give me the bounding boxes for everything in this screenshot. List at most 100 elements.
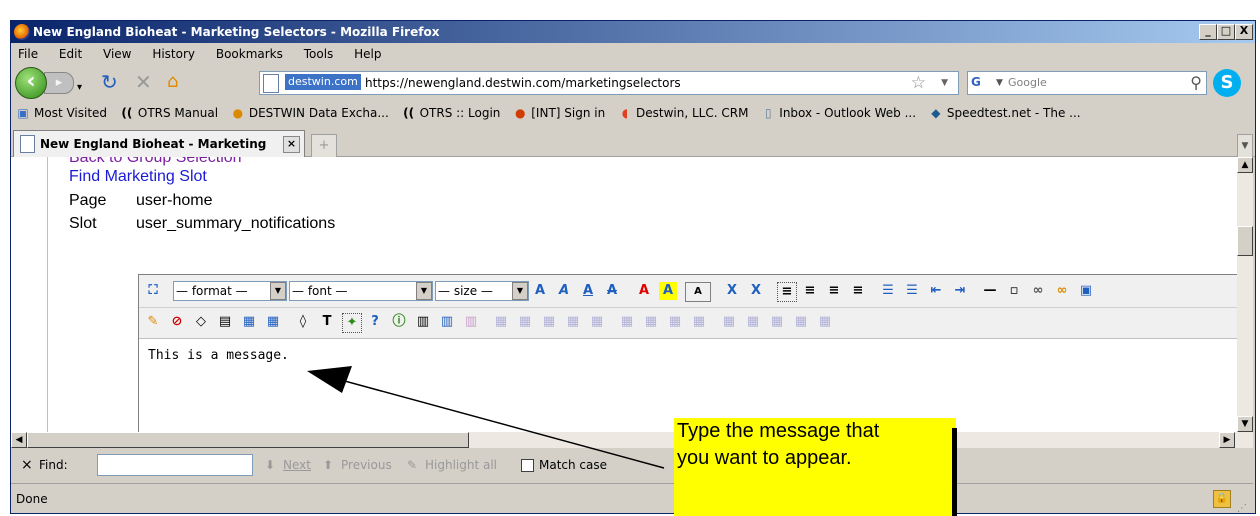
scroll-thumb[interactable] <box>1237 226 1253 256</box>
format-select[interactable]: — format — ▼ <box>173 281 287 301</box>
editor-content[interactable]: This is a message. <box>148 348 289 363</box>
fullscreen-icon[interactable]: ⛶ <box>144 282 162 300</box>
underline-icon[interactable]: A <box>579 282 597 300</box>
bookmark-destwin-data[interactable]: ● DESTWIN Data Excha... <box>231 102 389 124</box>
engine-dropdown-icon[interactable]: ▼ <box>996 72 1003 94</box>
find-next-button[interactable]: Next <box>283 448 311 482</box>
bookmark-otrs-manual[interactable]: ((OTRS Manual <box>120 102 218 124</box>
insert-row-icon[interactable]: ▦ <box>240 313 258 331</box>
clear-format-icon[interactable]: ◇ <box>192 313 210 331</box>
close-tab-icon[interactable]: × <box>283 136 300 153</box>
google-engine-icon[interactable]: G <box>971 74 993 91</box>
new-tab-button[interactable]: + <box>311 134 337 158</box>
previous-arrow-icon[interactable]: ⬆ <box>323 448 333 482</box>
vertical-scrollbar[interactable]: ▲ ▼ <box>1237 157 1253 432</box>
insert-char-icon[interactable]: ▫ <box>1005 282 1023 300</box>
find-previous-button[interactable]: Previous <box>341 448 392 482</box>
menu-edit[interactable]: Edit <box>59 47 82 61</box>
search-icon[interactable]: ⚲ <box>1190 72 1202 94</box>
close-find-icon[interactable]: × <box>21 448 33 482</box>
menu-view[interactable]: View <box>103 47 131 61</box>
unordered-list-icon[interactable]: ☰ <box>903 282 921 300</box>
menu-tools[interactable]: Tools <box>304 47 334 61</box>
table-properties-icon[interactable]: ▥ <box>438 313 456 331</box>
indent-icon[interactable]: ⇥ <box>951 282 969 300</box>
bookmark-destwin-crm[interactable]: ◖ Destwin, LLC. CRM <box>618 102 749 124</box>
anchor-link-icon[interactable]: ∞ <box>1053 282 1071 300</box>
table-icon[interactable]: ▥ <box>414 313 432 331</box>
scroll-right-icon[interactable]: ▶ <box>1219 432 1235 448</box>
find-marketing-slot-link[interactable]: Find Marketing Slot <box>69 168 207 186</box>
scroll-left-icon[interactable]: ◀ <box>11 432 27 448</box>
highlight-all-button[interactable]: Highlight all <box>425 448 497 482</box>
search-input[interactable]: Google <box>1008 72 1047 94</box>
info-icon[interactable]: ⓘ <box>390 313 408 331</box>
minimize-button[interactable]: _ <box>1199 24 1217 40</box>
strikethrough-icon[interactable]: A <box>603 282 621 300</box>
justify-full-icon[interactable]: ≡ <box>849 282 867 300</box>
image-icon[interactable]: ▣ <box>1077 282 1095 300</box>
menu-file[interactable]: File <box>18 47 38 61</box>
address-bar[interactable]: destwin.com https://newengland.destwin.c… <box>259 71 959 95</box>
bookmark-otrs-login[interactable]: ((OTRS :: Login <box>402 102 500 124</box>
help-icon[interactable]: ? <box>366 313 384 331</box>
bookmark-most-visited[interactable]: ▣ Most Visited <box>16 102 107 124</box>
bookmark-int-sign-in[interactable]: ● [INT] Sign in <box>513 102 605 124</box>
site-identity[interactable]: destwin.com <box>285 74 361 90</box>
ordered-list-icon[interactable]: ☰ <box>879 282 897 300</box>
code-view-icon[interactable]: ◊ <box>294 313 312 331</box>
delete-row-icon[interactable]: ▦ <box>264 313 282 331</box>
bookmark-outlook[interactable]: ▯ Inbox - Outlook Web ... <box>761 102 916 124</box>
text-box-icon[interactable]: A <box>685 282 711 302</box>
eraser-icon[interactable]: ✎ <box>144 313 162 331</box>
italic-icon[interactable]: A <box>555 282 573 300</box>
reload-icon[interactable]: ↻ <box>101 70 118 94</box>
back-button[interactable]: ‹ <box>15 67 47 99</box>
scroll-up-icon[interactable]: ▲ <box>1237 157 1253 173</box>
url-dropdown-icon[interactable]: ▼ <box>941 72 948 94</box>
outdent-icon[interactable]: ⇤ <box>927 282 945 300</box>
next-arrow-icon[interactable]: ⬇ <box>265 448 275 482</box>
horizontal-rule-icon[interactable]: — <box>981 282 999 300</box>
bookmark-speedtest[interactable]: ◆ Speedtest.net - The ... <box>929 102 1080 124</box>
horizontal-scroll-thumb[interactable] <box>27 432 469 448</box>
url-text[interactable]: https://newengland.destwin.com/marketing… <box>365 72 681 94</box>
menu-help[interactable]: Help <box>354 47 381 61</box>
bold-icon[interactable]: A <box>531 282 549 300</box>
size-select[interactable]: — size — ▼ <box>435 281 529 301</box>
back-to-group-link[interactable]: Back to Group Selection <box>69 157 242 167</box>
text-color-icon[interactable]: A <box>635 282 653 300</box>
superscript-icon[interactable]: X <box>747 282 765 300</box>
horizontal-scrollbar[interactable]: ◀ ▶ <box>11 432 1253 448</box>
subscript-icon[interactable]: X <box>723 282 741 300</box>
menu-history[interactable]: History <box>152 47 195 61</box>
justify-center-icon[interactable]: ≡ <box>801 282 819 300</box>
toggle-tool-icon[interactable]: T <box>318 313 336 331</box>
lock-icon[interactable]: 🔒 <box>1213 490 1231 508</box>
match-case-checkbox[interactable] <box>521 459 534 472</box>
justify-left-icon[interactable]: ≡ <box>777 282 797 302</box>
bookmark-star-icon[interactable]: ☆ <box>911 72 926 94</box>
home-icon[interactable]: ⌂ <box>167 70 178 94</box>
tab-marketing-selectors[interactable]: New England Bioheat - Marketing Sel... × <box>13 130 305 177</box>
tab-list-icon[interactable]: ▼ <box>1237 134 1253 158</box>
history-dropdown-icon[interactable]: ▾ <box>77 76 82 100</box>
menu-bookmarks[interactable]: Bookmarks <box>216 47 283 61</box>
remove-font-icon[interactable]: ⊘ <box>168 313 186 331</box>
link-icon[interactable]: ∞ <box>1029 282 1047 300</box>
find-input[interactable] <box>97 454 253 476</box>
font-select[interactable]: — font — ▼ <box>289 281 433 301</box>
search-bar[interactable]: G ▼ Google ⚲ <box>967 71 1207 95</box>
highlight-icon[interactable]: ✎ <box>407 448 417 482</box>
plugin-icon[interactable]: ✦ <box>342 313 362 333</box>
scroll-down-icon[interactable]: ▼ <box>1237 416 1253 432</box>
forward-button[interactable]: ▸ <box>44 72 74 94</box>
resize-grip-icon[interactable]: ⋰ <box>1237 494 1247 513</box>
skype-icon[interactable]: S <box>1213 69 1241 97</box>
stop-icon[interactable]: ✕ <box>135 70 152 94</box>
close-button[interactable]: X <box>1235 24 1253 40</box>
paragraph-icon[interactable]: ▤ <box>216 313 234 331</box>
justify-right-icon[interactable]: ≡ <box>825 282 843 300</box>
maximize-button[interactable]: □ <box>1217 24 1235 40</box>
highlight-color-icon[interactable]: A <box>659 282 677 300</box>
